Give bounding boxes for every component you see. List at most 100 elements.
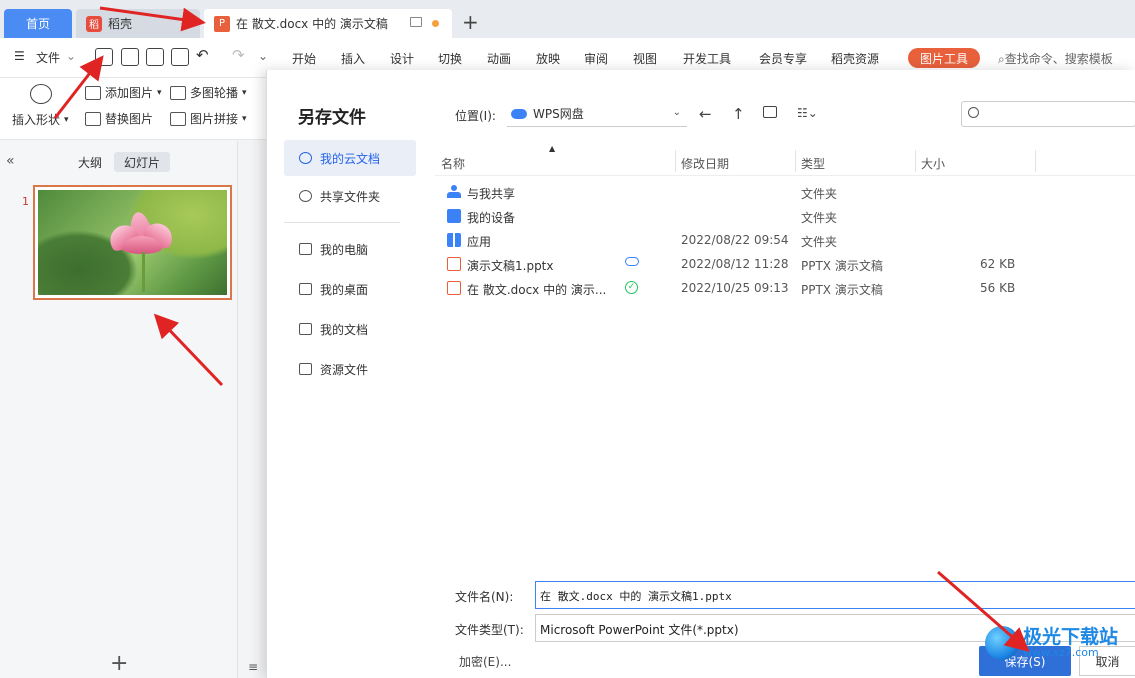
- command-search[interactable]: ⌕查找命令、搜索模板: [998, 50, 1113, 67]
- redo-icon[interactable]: ↷: [232, 46, 245, 64]
- menu-start[interactable]: 开始: [292, 50, 316, 67]
- file-size: 62 KB: [980, 257, 1016, 271]
- menu-daoke-resources[interactable]: 稻壳资源: [831, 50, 879, 67]
- file-row[interactable]: 与我共享 文件夹: [435, 180, 1135, 204]
- insert-shape-button[interactable]: 插入形状 ▾: [12, 111, 69, 128]
- tab-home[interactable]: 首页: [4, 9, 72, 38]
- image-add-icon: [85, 85, 101, 100]
- unsaved-dot-icon: [432, 20, 439, 27]
- chevron-down-icon: ⌄: [672, 107, 681, 118]
- location-value: WPS网盘: [533, 107, 584, 121]
- cloud-doc-icon: [299, 152, 312, 164]
- tab-document[interactable]: P 在 散文.docx 中的 演示文稿: [204, 9, 452, 38]
- file-row[interactable]: 应用 2022/08/22 09:54 文件夹: [435, 228, 1135, 252]
- sidebar-item-my-computer[interactable]: 我的电脑: [284, 229, 416, 269]
- menu-animation[interactable]: 动画: [487, 50, 511, 67]
- menu-review[interactable]: 审阅: [584, 50, 608, 67]
- cloud-status-icon: [625, 257, 639, 266]
- location-label: 位置(I):: [455, 109, 496, 123]
- collapse-panel-icon[interactable]: «: [6, 153, 15, 169]
- sidebar-item-my-cloud-docs[interactable]: 我的云文档: [284, 140, 416, 176]
- replace-picture-button[interactable]: 替换图片: [85, 110, 153, 127]
- synced-check-icon: ✓: [625, 281, 638, 294]
- slide-number: 1: [22, 195, 29, 208]
- slide-thumbnail[interactable]: [33, 185, 232, 300]
- file-type: 文件夹: [801, 187, 838, 201]
- cloud-icon: [511, 108, 527, 119]
- sort-asc-icon: ▲: [549, 144, 556, 153]
- add-slide-button[interactable]: +: [110, 651, 128, 676]
- multi-carousel-label: 多图轮播: [190, 86, 239, 100]
- column-type[interactable]: 类型: [801, 155, 825, 172]
- tab-daoke[interactable]: 稻 稻壳: [76, 9, 200, 38]
- sidebar-item-label: 我的云文档: [320, 151, 381, 166]
- hamburger-icon[interactable]: ☰: [14, 49, 25, 63]
- file-row[interactable]: 在 散文.docx 中的 演示... ✓ 2022/10/25 09:13 PP…: [435, 276, 1135, 300]
- file-date: 2022/08/12 11:28: [681, 257, 789, 271]
- carousel-icon: [170, 85, 186, 100]
- new-folder-icon[interactable]: [763, 104, 777, 122]
- view-mode-icon[interactable]: ☷⌄: [797, 106, 818, 120]
- add-picture-button[interactable]: 添加图片 ▾: [85, 84, 162, 101]
- column-date[interactable]: 修改日期: [681, 155, 729, 172]
- back-arrow-icon[interactable]: ←: [699, 105, 712, 123]
- menu-slideshow[interactable]: 放映: [536, 50, 560, 67]
- print-icon[interactable]: [146, 48, 164, 66]
- picture-collage-button[interactable]: 图片拼接 ▾: [170, 110, 247, 127]
- file-name: 演示文稿1.pptx: [467, 259, 554, 273]
- file-menu[interactable]: 文件: [36, 49, 60, 66]
- shared-icon: [299, 190, 312, 202]
- watermark-title: 极光下载站: [1023, 626, 1119, 648]
- monitor-icon[interactable]: [410, 17, 422, 27]
- menu-insert[interactable]: 插入: [341, 50, 365, 67]
- sidebar-divider: [284, 222, 400, 223]
- add-tab-button[interactable]: +: [462, 12, 479, 32]
- file-row[interactable]: 我的设备 文件夹: [435, 204, 1135, 228]
- device-icon: [447, 209, 461, 223]
- filename-input[interactable]: 在 散文.docx 中的 演示文稿1.pptx: [535, 581, 1135, 609]
- menu-developer[interactable]: 开发工具: [683, 50, 731, 67]
- collage-icon: [170, 111, 186, 126]
- column-size[interactable]: 大小: [921, 155, 945, 172]
- notes-icon[interactable]: ≡: [248, 660, 258, 674]
- save-as-dialog: 另存文件 位置(I): WPS网盘 ⌄ ← ↑ ☷⌄ 我的云文档 共享文件夹 我…: [266, 70, 1135, 678]
- sidebar-item-label: 我的桌面: [320, 282, 369, 297]
- menu-view[interactable]: 视图: [633, 50, 657, 67]
- undo-icon[interactable]: ↶: [196, 46, 209, 64]
- dialog-search-input[interactable]: [961, 101, 1135, 127]
- up-arrow-icon[interactable]: ↑: [732, 105, 745, 123]
- dialog-sidebar: 我的云文档 共享文件夹 我的电脑 我的桌面 我的文档 资源文件: [284, 140, 416, 389]
- menu-member[interactable]: 会员专享: [759, 50, 807, 67]
- sidebar-item-resource-files[interactable]: 资源文件: [284, 349, 416, 389]
- sidebar-item-shared-folder[interactable]: 共享文件夹: [284, 176, 416, 216]
- tab-outline[interactable]: 大纲: [78, 154, 102, 171]
- tab-bar: 首页 稻 稻壳 P 在 散文.docx 中的 演示文稿 +: [0, 0, 1135, 38]
- pptx-icon: [447, 281, 461, 295]
- file-name: 我的设备: [467, 211, 516, 225]
- computer-icon: [299, 243, 312, 255]
- menu-design[interactable]: 设计: [390, 50, 414, 67]
- export-pdf-icon[interactable]: [121, 48, 139, 66]
- picture-tools-label: 图片工具: [919, 51, 968, 66]
- file-name: 在 散文.docx 中的 演示...: [467, 283, 607, 297]
- more-chevron-icon[interactable]: ⌄: [258, 49, 268, 63]
- location-select[interactable]: WPS网盘 ⌄: [507, 101, 687, 127]
- pptx-icon: [447, 257, 461, 271]
- multi-carousel-button[interactable]: 多图轮播 ▾: [170, 84, 247, 101]
- picture-tools-tab[interactable]: 图片工具: [908, 48, 980, 68]
- tab-slides[interactable]: 幻灯片: [114, 152, 170, 172]
- file-row[interactable]: 演示文稿1.pptx 2022/08/12 11:28 PPTX 演示文稿 62…: [435, 252, 1135, 276]
- search-icon: ⌕: [998, 52, 1005, 66]
- chevron-down-icon[interactable]: ⌄: [66, 49, 76, 63]
- menu-transition[interactable]: 切换: [438, 50, 462, 67]
- sidebar-item-my-documents[interactable]: 我的文档: [284, 309, 416, 349]
- column-name[interactable]: 名称: [441, 155, 465, 172]
- watermark-logo-icon: [985, 626, 1019, 660]
- sidebar-item-my-desktop[interactable]: 我的桌面: [284, 269, 416, 309]
- print-preview-icon[interactable]: [171, 48, 189, 66]
- save-icon[interactable]: [95, 48, 113, 66]
- encrypt-link[interactable]: 加密(E)...: [459, 653, 511, 670]
- shape-icon[interactable]: [30, 84, 52, 104]
- share-icon: [447, 185, 461, 199]
- image-replace-icon: [85, 111, 101, 126]
